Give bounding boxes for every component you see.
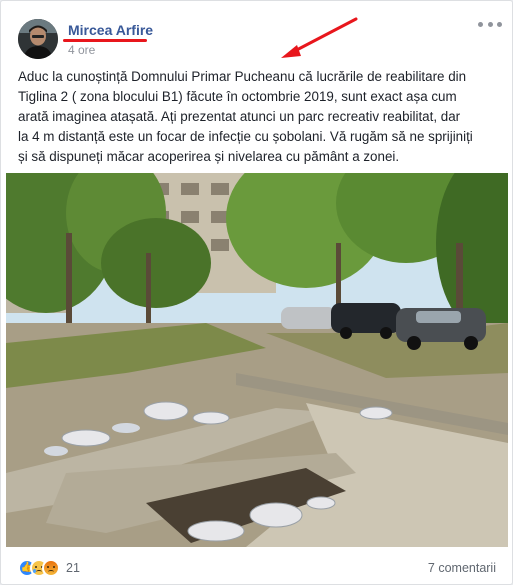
red-arrow-annotation	[281, 17, 358, 58]
reactions-summary[interactable]: 👍 21	[18, 559, 80, 577]
more-options-button[interactable]	[478, 17, 502, 31]
comments-count-link[interactable]: 7 comentarii	[428, 561, 496, 575]
post-text: Aduc la cunoștință Domnului Primar Puche…	[18, 69, 473, 164]
post-timestamp[interactable]: 4 ore	[68, 43, 95, 57]
post-footer: 👍 21 7 comentarii	[1, 557, 512, 581]
dot-icon	[497, 21, 502, 27]
red-underline-annotation	[63, 39, 147, 42]
post-card: Mircea Arfire 4 ore Aduc la cunoștință D…	[0, 0, 513, 585]
reaction-count: 21	[66, 561, 80, 575]
author-name[interactable]: Mircea Arfire	[68, 22, 153, 38]
post-photo[interactable]	[6, 173, 508, 547]
dot-icon	[487, 21, 493, 27]
angry-icon	[42, 559, 60, 577]
dot-icon	[478, 21, 483, 27]
avatar[interactable]	[18, 19, 58, 59]
